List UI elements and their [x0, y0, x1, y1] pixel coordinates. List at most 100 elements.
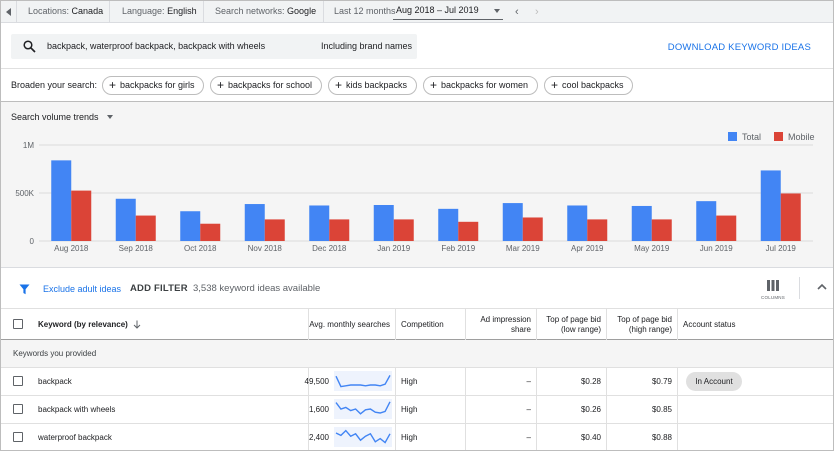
bar-mobile	[264, 219, 285, 241]
search-query-text: backpack, waterproof backpack, backpack …	[47, 41, 266, 51]
x-tick-label: Sep 2018	[119, 244, 154, 253]
divider	[323, 1, 324, 23]
add-filter-button[interactable]: ADD FILTER	[130, 269, 188, 309]
bar-mobile	[329, 219, 350, 241]
column-header-bid-low[interactable]: Top of page bid (low range)	[536, 309, 601, 340]
trend-sparkline	[334, 427, 392, 447]
bar-mobile	[716, 215, 737, 241]
broaden-search-row: Broaden your search: + backpacks for girl…	[1, 69, 833, 102]
x-tick-label: Apr 2019	[571, 244, 604, 253]
column-header-avg-monthly-searches[interactable]: Avg. monthly searches	[301, 309, 390, 340]
row-checkbox[interactable]	[13, 376, 23, 386]
avg-searches-cell: 2,400	[308, 433, 329, 442]
broaden-chip[interactable]: + backpacks for school	[210, 76, 322, 95]
keyword-search-input[interactable]: backpack, waterproof backpack, backpack …	[11, 34, 417, 59]
bid-low-cell: $0.28	[580, 377, 601, 386]
legend-mobile: Mobile	[774, 132, 815, 142]
next-period-icon[interactable]: ›	[535, 6, 539, 18]
bar-total	[502, 203, 523, 241]
bar-total	[373, 205, 394, 241]
group-label: Keywords you provided	[13, 349, 97, 358]
select-all-checkbox[interactable]	[13, 319, 23, 329]
bar-total	[760, 170, 781, 241]
arrow-left-icon	[6, 8, 11, 16]
trend-sparkline	[334, 371, 392, 391]
search-networks-setting[interactable]: Search networks: Google	[215, 1, 316, 23]
table-row[interactable]: backpack with wheels 1,600 High – $0.26 …	[1, 396, 833, 424]
brand-names-toggle[interactable]: Including brand names	[321, 34, 412, 59]
broaden-chip[interactable]: + backpacks for girls	[102, 76, 204, 95]
row-checkbox[interactable]	[13, 404, 23, 414]
chart-type-select[interactable]: Search volume trends	[11, 112, 114, 122]
bar-mobile	[458, 221, 479, 241]
column-header-competition[interactable]: Competition	[401, 309, 461, 340]
divider	[799, 277, 800, 299]
impression-share-cell: –	[526, 405, 531, 414]
bar-mobile	[587, 219, 608, 241]
legend-swatch	[728, 132, 737, 141]
bar-mobile	[393, 219, 414, 241]
column-divider	[677, 309, 678, 340]
bar-mobile	[522, 217, 543, 241]
broaden-chip[interactable]: + kids backpacks	[328, 76, 417, 95]
filter-row: Exclude adult ideas ADD FILTER 3,538 key…	[1, 269, 833, 309]
column-header-impression-share[interactable]: Ad impression share	[471, 309, 531, 340]
search-row: backpack, waterproof backpack, backpack …	[1, 23, 833, 69]
competition-cell: High	[401, 405, 418, 414]
x-tick-label: Nov 2018	[248, 244, 283, 253]
group-row-provided: Keywords you provided	[1, 340, 833, 368]
bar-mobile	[200, 223, 221, 241]
locations-setting[interactable]: Locations: Canada	[28, 1, 103, 23]
period-label: Last 12 months	[334, 6, 396, 16]
row-checkbox[interactable]	[13, 432, 23, 442]
bid-low-cell: $0.26	[580, 405, 601, 414]
y-tick-label: 500K	[15, 189, 34, 198]
table-row[interactable]: backpack 49,500 High – $0.28 $0.79 In Ac…	[1, 368, 833, 396]
bar-total	[180, 211, 201, 241]
bar-mobile	[71, 190, 92, 241]
x-tick-label: Jun 2019	[700, 244, 733, 253]
sparkline-background	[334, 371, 392, 391]
broaden-chip[interactable]: + backpacks for women	[423, 76, 538, 95]
plus-icon: +	[335, 78, 343, 92]
bar-total	[115, 198, 136, 241]
x-tick-label: Aug 2018	[54, 244, 89, 253]
bar-mobile	[651, 219, 672, 241]
divider	[109, 1, 110, 23]
language-setting[interactable]: Language: English	[122, 1, 197, 23]
broaden-chip[interactable]: + cool backpacks	[544, 76, 633, 95]
previous-period-icon[interactable]: ‹	[515, 6, 519, 18]
table-row[interactable]: waterproof backpack 2,400 High – $0.40 $…	[1, 424, 833, 450]
bid-high-cell: $0.85	[651, 405, 672, 414]
column-header-keyword[interactable]: Keyword (by relevance)	[38, 309, 148, 340]
dropdown-arrow-icon	[494, 9, 500, 13]
plus-icon: +	[217, 78, 225, 92]
competition-cell: High	[401, 433, 418, 442]
table-header: Keyword (by relevance) Avg. monthly sear…	[1, 309, 833, 340]
legend-total: Total	[728, 132, 761, 142]
date-range-select[interactable]: Aug 2018 – Jul 2019	[393, 3, 503, 20]
broaden-label: Broaden your search:	[11, 80, 98, 90]
column-header-bid-high[interactable]: Top of page bid (high range)	[606, 309, 672, 340]
x-tick-label: Oct 2018	[184, 244, 217, 253]
legend-swatch	[774, 132, 783, 141]
plus-icon: +	[430, 78, 438, 92]
bar-total	[696, 201, 717, 241]
x-tick-label: Mar 2019	[506, 244, 540, 253]
impression-share-cell: –	[526, 433, 531, 442]
columns-button[interactable]: COLUMNS	[757, 277, 789, 303]
download-keyword-ideas-button[interactable]: DOWNLOAD KEYWORD IDEAS	[668, 42, 811, 53]
bar-total	[438, 208, 459, 241]
bar-total	[631, 205, 652, 241]
exclude-adult-ideas-link[interactable]: Exclude adult ideas	[43, 269, 121, 309]
keyword-ideas-count: 3,538 keyword ideas available	[193, 283, 321, 294]
collapse-sidebar-button[interactable]	[1, 1, 17, 23]
settings-bar: Locations: Canada Language: English Sear…	[1, 1, 833, 23]
column-header-account-status[interactable]: Account status	[683, 309, 803, 340]
filter-icon[interactable]	[19, 284, 30, 295]
bar-mobile	[780, 193, 801, 241]
trend-sparkline	[334, 399, 392, 419]
divider	[203, 1, 204, 23]
chevron-up-icon[interactable]	[817, 283, 827, 290]
competition-cell: High	[401, 377, 418, 386]
